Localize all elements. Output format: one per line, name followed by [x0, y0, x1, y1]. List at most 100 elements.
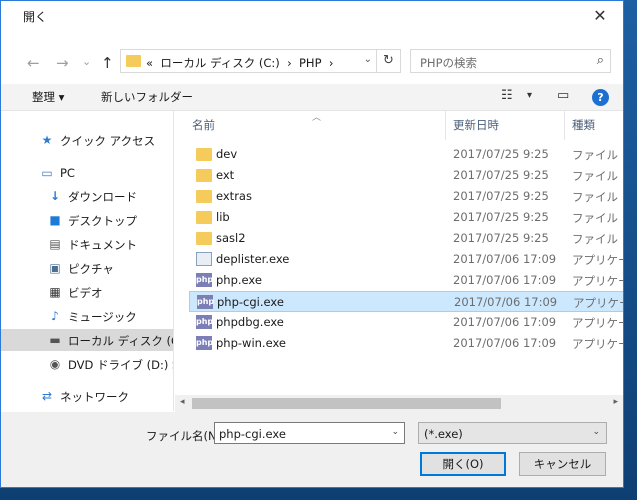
file-type: アプリケーション	[572, 274, 623, 288]
sidebar-item-label: ビデオ	[68, 286, 103, 300]
folder-icon	[196, 148, 212, 161]
list-item[interactable]: extras 2017/07/25 9:25 ファイル フォルダー	[189, 186, 623, 207]
sidebar-item-label: ドキュメント	[68, 238, 137, 252]
list-item[interactable]: php php-win.exe 2017/07/06 17:09 アプリケーショ…	[189, 333, 623, 354]
file-date: 2017/07/06 17:09	[453, 315, 557, 329]
address-row: ← → ⌄ ↑ « ローカル ディスク (C:) › PHP › ⌄ ↻ PHP…	[1, 45, 623, 79]
file-name: sasl2	[216, 231, 246, 245]
column-divider[interactable]	[445, 111, 446, 140]
refresh-icon[interactable]: ↻	[376, 50, 400, 72]
scroll-right-icon[interactable]: ▸	[613, 397, 618, 407]
preview-pane-icon[interactable]: ▭	[557, 88, 569, 103]
address-bar[interactable]: « ローカル ディスク (C:) › PHP › ⌄ ↻	[120, 49, 401, 73]
file-date: 2017/07/25 9:25	[453, 189, 549, 203]
file-name: lib	[216, 210, 230, 224]
sidebar-item-documents[interactable]: ▤ ドキュメント	[1, 233, 173, 255]
folder-icon	[196, 190, 212, 203]
cancel-button[interactable]: キャンセル	[519, 452, 606, 476]
breadcrumb-overflow[interactable]: «	[146, 56, 153, 70]
php-icon: php	[196, 336, 213, 350]
open-button[interactable]: 開く(O)	[420, 452, 506, 476]
search-icon: ⌕	[596, 53, 604, 68]
list-item[interactable]: php phpdbg.exe 2017/07/06 17:09 アプリケーション	[189, 312, 623, 333]
column-divider[interactable]	[564, 111, 565, 140]
sidebar-item-desktop[interactable]: ■ デスクトップ	[1, 209, 173, 231]
filename-value: php-cgi.exe	[219, 427, 286, 441]
folder-icon	[196, 169, 212, 182]
breadcrumb-drive[interactable]: ローカル ディスク (C:)	[160, 56, 279, 70]
sidebar-item-label: クイック アクセス	[60, 134, 156, 148]
breadcrumb-folder[interactable]: PHP	[299, 56, 322, 70]
computer-icon: ▭	[41, 166, 53, 180]
drive-icon: ▬	[49, 333, 61, 347]
filetype-select[interactable]: (*.exe) ⌄	[418, 422, 607, 444]
search-input[interactable]: PHPの検索 ⌕	[410, 49, 611, 73]
list-item[interactable]: deplister.exe 2017/07/06 17:09 アプリケーション	[189, 249, 623, 270]
address-dropdown-icon[interactable]: ⌄	[364, 54, 372, 65]
filename-dropdown-icon[interactable]: ⌄	[391, 427, 399, 437]
file-name: phpdbg.exe	[216, 315, 284, 329]
forward-arrow-icon[interactable]: →	[56, 54, 69, 72]
up-arrow-icon[interactable]: ↑	[101, 54, 114, 72]
sidebar-item-pc[interactable]: ▭ PC	[1, 162, 173, 184]
breadcrumb-arrow-icon[interactable]: ›	[287, 56, 292, 70]
file-date: 2017/07/06 17:09	[453, 336, 557, 350]
desktop-icon: ■	[49, 213, 61, 227]
title-bar: 開く ✕	[1, 1, 623, 31]
view-dropdown-icon[interactable]: ▾	[527, 90, 532, 101]
sidebar-item-local-disk[interactable]: ▬ ローカル ディスク (C:)	[1, 329, 173, 351]
documents-icon: ▤	[49, 237, 61, 251]
sidebar-item-label: PC	[60, 166, 75, 180]
list-item[interactable]: sasl2 2017/07/25 9:25 ファイル フォルダー	[189, 228, 623, 249]
scroll-left-icon[interactable]: ◂	[180, 397, 185, 407]
view-options-icon[interactable]: ☷	[501, 88, 513, 103]
column-name[interactable]: 名前	[192, 117, 215, 133]
dialog-footer: ファイル名(N): php-cgi.exe ⌄ (*.exe) ⌄ 開く(O) …	[1, 412, 623, 487]
close-button[interactable]: ✕	[577, 1, 623, 31]
file-type: ファイル フォルダー	[572, 232, 623, 246]
file-type: アプリケーション	[572, 316, 623, 330]
file-list: ︿ 名前 更新日時 種類 dev 2017/07/25 9:25 ファイル フォ…	[175, 111, 623, 411]
recent-locations-dropdown-icon[interactable]: ⌄	[82, 55, 91, 68]
file-date: 2017/07/25 9:25	[453, 231, 549, 245]
sidebar-item-label: ネットワーク	[60, 390, 129, 404]
sidebar-item-videos[interactable]: ▦ ビデオ	[1, 281, 173, 303]
pictures-icon: ▣	[49, 261, 61, 275]
file-date: 2017/07/25 9:25	[453, 147, 549, 161]
list-item-selected[interactable]: php php-cgi.exe 2017/07/06 17:09 アプリケーショ…	[189, 291, 623, 312]
column-type[interactable]: 種類	[572, 117, 595, 133]
list-item[interactable]: dev 2017/07/25 9:25 ファイル フォルダー	[189, 144, 623, 165]
sidebar-item-pictures[interactable]: ▣ ピクチャ	[1, 257, 173, 279]
php-icon: php	[197, 295, 214, 309]
open-file-dialog: 開く ✕ ← → ⌄ ↑ « ローカル ディスク (C:) › PHP › ⌄ …	[0, 0, 624, 488]
list-item[interactable]: lib 2017/07/25 9:25 ファイル フォルダー	[189, 207, 623, 228]
horizontal-scrollbar[interactable]: ◂ ▸	[175, 395, 623, 412]
file-type: アプリケーション	[572, 337, 623, 351]
new-folder-button[interactable]: 新しいフォルダー	[101, 89, 193, 105]
sidebar-item-downloads[interactable]: ↓ ダウンロード	[1, 185, 173, 207]
list-item[interactable]: ext 2017/07/25 9:25 ファイル フォルダー	[189, 165, 623, 186]
file-date: 2017/07/06 17:09	[454, 295, 558, 309]
organize-button[interactable]: 整理 ▾	[32, 89, 64, 105]
file-name: ext	[216, 168, 235, 182]
sidebar-item-music[interactable]: ♪ ミュージック	[1, 305, 173, 327]
breadcrumb-arrow-icon[interactable]: ›	[329, 56, 334, 70]
file-type: アプリケーション	[573, 296, 623, 310]
help-icon[interactable]: ?	[592, 89, 609, 106]
column-date[interactable]: 更新日時	[453, 117, 499, 133]
filename-field[interactable]: php-cgi.exe ⌄	[214, 422, 405, 444]
file-type: ファイル フォルダー	[572, 211, 623, 225]
folder-icon	[196, 232, 212, 245]
sidebar-item-label: ダウンロード	[68, 190, 137, 204]
sidebar-item-network[interactable]: ⇄ ネットワーク	[1, 385, 173, 407]
list-item[interactable]: php php.exe 2017/07/06 17:09 アプリケーション	[189, 270, 623, 291]
scrollbar-thumb[interactable]	[192, 398, 501, 409]
sidebar-item-dvd-drive[interactable]: ◉ DVD ドライブ (D:) SSS	[1, 353, 173, 375]
sidebar-item-quick-access[interactable]: ★ クイック アクセス	[1, 129, 173, 151]
sidebar-item-label: ピクチャ	[68, 262, 114, 276]
file-name: deplister.exe	[216, 252, 290, 266]
file-type: アプリケーション	[572, 253, 623, 267]
back-arrow-icon[interactable]: ←	[27, 54, 40, 72]
php-icon: php	[196, 273, 213, 287]
sidebar-item-label: DVD ドライブ (D:) SSS	[68, 358, 173, 372]
